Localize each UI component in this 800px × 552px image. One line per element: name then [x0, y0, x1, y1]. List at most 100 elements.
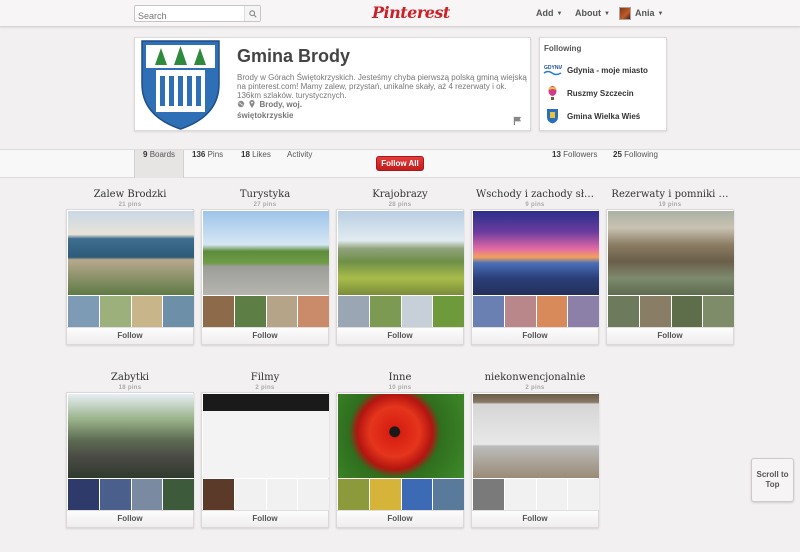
board-pin-count: 18 pins: [118, 385, 142, 391]
board-thumbnail[interactable]: [536, 296, 568, 327]
tab-pins[interactable]: 136 Pins: [184, 150, 231, 178]
board-title[interactable]: niekonwencjonalnie: [469, 372, 601, 383]
board-thumbnail[interactable]: [266, 296, 298, 327]
board-cover-image[interactable]: [68, 394, 194, 478]
board-follow-button[interactable]: Follow: [337, 510, 463, 527]
board-thumbnail[interactable]: [703, 296, 734, 327]
tab-activity[interactable]: Activity: [279, 150, 320, 178]
board-card[interactable]: Follow: [471, 209, 599, 345]
board-thumbnail[interactable]: [401, 479, 433, 510]
board-thumbnail[interactable]: [536, 479, 568, 510]
board-follow-button[interactable]: Follow: [202, 327, 328, 344]
board-thumbnail[interactable]: [163, 479, 194, 510]
board-title[interactable]: Zalew Brodzki: [64, 189, 196, 200]
board-thumbnail[interactable]: [99, 296, 131, 327]
following-item[interactable]: GDYNIA Gdynia - moje miasto: [543, 61, 665, 79]
board-thumbnail[interactable]: [671, 296, 703, 327]
board-follow-button[interactable]: Follow: [337, 327, 463, 344]
tab-following[interactable]: 25 Following: [605, 150, 666, 178]
board-thumbnail[interactable]: [203, 296, 234, 327]
board-follow-button[interactable]: Follow: [67, 327, 193, 344]
board-title[interactable]: Inne: [334, 372, 466, 383]
following-item[interactable]: Ruszmy Szczecin: [543, 84, 665, 102]
tab-boards[interactable]: 9 Boards: [134, 150, 185, 178]
board-card[interactable]: Follow: [66, 209, 194, 345]
board-thumbnail[interactable]: [99, 479, 131, 510]
following-item[interactable]: Gmina Wielka Wieś: [543, 107, 665, 125]
user-avatar[interactable]: [619, 7, 631, 20]
board-thumbnail[interactable]: [433, 296, 464, 327]
profile-location: Brody, woj. świętokrzyskie: [237, 100, 347, 121]
user-menu[interactable]: Ania ▼: [635, 8, 663, 20]
board-card[interactable]: Follow: [201, 392, 329, 528]
board-follow-button[interactable]: Follow: [202, 510, 328, 527]
search-input[interactable]: [135, 8, 245, 24]
board-cover-image[interactable]: [473, 211, 599, 295]
search-icon[interactable]: [244, 6, 260, 21]
board-pin-count: 28 pins: [388, 202, 412, 208]
board-thumbnail[interactable]: [401, 296, 433, 327]
activity-label: Activity: [287, 150, 313, 159]
globe-icon[interactable]: [237, 100, 245, 111]
board-thumbnail[interactable]: [203, 479, 234, 510]
board-thumbnail[interactable]: [369, 296, 401, 327]
tab-followers[interactable]: 13 Followers: [544, 150, 605, 178]
board-cover-image[interactable]: [203, 394, 329, 478]
board-cover-image[interactable]: [608, 211, 734, 295]
board-cover-image[interactable]: [68, 211, 194, 295]
board-thumbnail[interactable]: [473, 479, 504, 510]
board-thumbnail[interactable]: [131, 479, 163, 510]
board-thumbnails: [203, 296, 329, 327]
board-title[interactable]: Wschody i zachody sł…: [469, 189, 601, 200]
board-title[interactable]: Krajobrazy: [334, 189, 466, 200]
board-title[interactable]: Rezerwaty i pomniki …: [604, 189, 736, 200]
board-title[interactable]: Filmy: [199, 372, 331, 383]
boards-label: Boards: [149, 150, 176, 159]
coat-of-arms-avatar: [138, 38, 223, 131]
board-thumbnail[interactable]: [234, 479, 266, 510]
board-thumbnail[interactable]: [568, 479, 599, 510]
board-title[interactable]: Zabytki: [64, 372, 196, 383]
board-thumbnail[interactable]: [568, 296, 599, 327]
search-box[interactable]: [134, 5, 261, 24]
board-thumbnail[interactable]: [338, 479, 369, 510]
board-card[interactable]: Follow: [336, 209, 464, 345]
board-thumbnail[interactable]: [234, 296, 266, 327]
board-thumbnail[interactable]: [338, 296, 369, 327]
board-follow-button[interactable]: Follow: [472, 510, 598, 527]
scroll-to-top-button[interactable]: Scroll to Top: [751, 458, 794, 502]
board-thumbnail[interactable]: [68, 479, 99, 510]
board-thumbnail[interactable]: [608, 296, 639, 327]
board-thumbnail[interactable]: [473, 296, 504, 327]
board-follow-button[interactable]: Follow: [67, 510, 193, 527]
board-thumbnail[interactable]: [504, 479, 536, 510]
tab-likes[interactable]: 18 Likes: [233, 150, 279, 178]
board-card[interactable]: Follow: [201, 209, 329, 345]
board-cover-image[interactable]: [338, 211, 464, 295]
flag-icon[interactable]: [513, 112, 522, 130]
board-title[interactable]: Turystyka: [199, 189, 331, 200]
board-card[interactable]: Follow: [66, 392, 194, 528]
pinterest-logo[interactable]: Pinterest: [372, 3, 450, 23]
follow-all-button[interactable]: Follow All: [376, 156, 424, 171]
board-thumbnail[interactable]: [369, 479, 401, 510]
board-follow-button[interactable]: Follow: [607, 327, 733, 344]
board-card[interactable]: Follow: [606, 209, 734, 345]
board-thumbnail[interactable]: [298, 296, 329, 327]
board-thumbnail[interactable]: [131, 296, 163, 327]
add-menu[interactable]: Add ▼: [536, 8, 562, 20]
board-cover-image[interactable]: [338, 394, 464, 478]
board-thumbnail[interactable]: [504, 296, 536, 327]
board-thumbnail[interactable]: [68, 296, 99, 327]
board-thumbnail[interactable]: [266, 479, 298, 510]
board-cover-image[interactable]: [203, 211, 329, 295]
board-card[interactable]: Follow: [471, 392, 599, 528]
board-thumbnail[interactable]: [639, 296, 671, 327]
board-thumbnail[interactable]: [433, 479, 464, 510]
board-thumbnail[interactable]: [298, 479, 329, 510]
board-thumbnail[interactable]: [163, 296, 194, 327]
about-menu[interactable]: About ▼: [575, 8, 610, 20]
board-follow-button[interactable]: Follow: [472, 327, 598, 344]
board-card[interactable]: Follow: [336, 392, 464, 528]
board-cover-image[interactable]: [473, 394, 599, 478]
